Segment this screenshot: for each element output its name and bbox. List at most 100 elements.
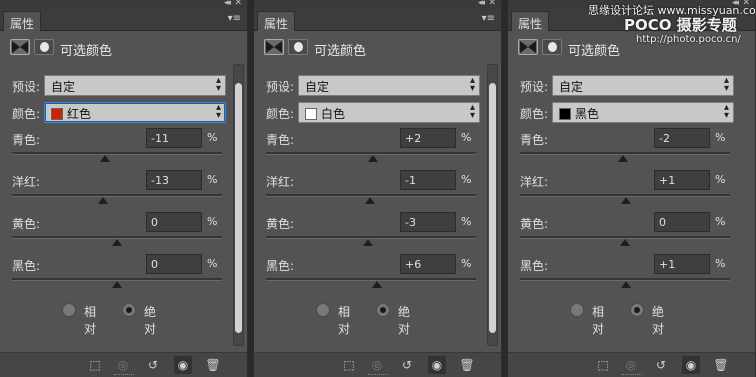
view-previous-icon[interactable]: ◎ xyxy=(368,356,386,374)
preset-value: 自定 xyxy=(305,80,330,94)
slider-value-input[interactable]: +1 xyxy=(654,170,710,190)
slider-knob[interactable] xyxy=(372,281,383,288)
clip-to-layer-icon[interactable]: ⬚ xyxy=(594,356,612,374)
collapse-icon[interactable]: ◂◂ xyxy=(478,0,485,8)
slider-track[interactable] xyxy=(12,194,222,197)
tab-properties[interactable]: 属性 xyxy=(257,11,296,31)
preset-value: 自定 xyxy=(559,80,584,94)
slider-label: 黑色: xyxy=(12,259,41,273)
radio-absolute[interactable] xyxy=(122,303,136,317)
slider-value-input[interactable]: 0 xyxy=(146,254,202,274)
slider-value-input[interactable]: -1 xyxy=(400,170,456,190)
delete-trash-icon[interactable]: 🗑 xyxy=(712,356,730,374)
reset-icon[interactable]: ↺ xyxy=(652,356,670,374)
preset-select[interactable]: 自定 ▴ ▾ xyxy=(298,75,480,96)
percent-unit: % xyxy=(461,257,472,270)
panel-menu-icon[interactable]: ▾≡ xyxy=(482,13,495,24)
scrollbar-thumb[interactable] xyxy=(235,83,242,333)
selective-color-icon[interactable] xyxy=(10,39,30,55)
panel-header: 可选颜色 xyxy=(0,31,247,63)
slider-label: 青色: xyxy=(266,133,295,147)
panel-header: 可选颜色 xyxy=(254,31,501,63)
view-previous-icon[interactable]: ◎ xyxy=(622,356,640,374)
color-select[interactable]: 红色 ▴ ▾ xyxy=(44,102,226,123)
slider-track[interactable] xyxy=(266,278,476,281)
slider-knob[interactable] xyxy=(112,239,122,246)
visibility-eye-icon[interactable]: ◉ xyxy=(428,356,446,374)
radio-relative-label: 相对 xyxy=(592,305,605,336)
layer-mask-icon[interactable] xyxy=(542,39,562,55)
layer-mask-icon[interactable] xyxy=(288,39,308,55)
tab-properties[interactable]: 属性 xyxy=(511,11,550,31)
watermark-url: http://photo.poco.cn/ xyxy=(636,34,741,45)
reset-icon[interactable]: ↺ xyxy=(144,356,162,374)
radio-absolute[interactable] xyxy=(630,303,644,317)
slider-value-input[interactable]: +2 xyxy=(400,128,456,148)
slider-label: 洋红: xyxy=(520,175,549,189)
slider-knob[interactable] xyxy=(100,155,111,162)
layer-mask-icon[interactable] xyxy=(34,39,54,55)
slider-value-input[interactable]: 0 xyxy=(654,212,710,232)
preset-select[interactable]: 自定 ▴ ▾ xyxy=(44,75,226,96)
color-swatch xyxy=(51,108,63,120)
preset-select[interactable]: 自定 ▴ ▾ xyxy=(552,75,734,96)
slider-label: 黄色: xyxy=(266,217,295,231)
tab-properties[interactable]: 属性 xyxy=(3,11,42,31)
slider-value-input[interactable]: -2 xyxy=(654,128,710,148)
close-icon[interactable]: ✕ xyxy=(234,0,242,8)
color-select[interactable]: 白色 ▴ ▾ xyxy=(298,102,480,123)
slider-knob[interactable] xyxy=(364,197,375,204)
color-value: 红色 xyxy=(67,107,92,121)
radio-absolute-label: 绝对 xyxy=(652,305,665,336)
visibility-eye-icon[interactable]: ◉ xyxy=(682,356,700,374)
selective-color-icon[interactable] xyxy=(518,39,538,55)
radio-relative-label: 相对 xyxy=(338,305,351,336)
properties-panel-black: ◂◂ ✕ 属性 可选颜色 预设: 自定 ▴ ▾ 颜色: 黑色 ▴ ▾ 青色: -2 % … xyxy=(508,0,756,377)
slider-knob[interactable] xyxy=(621,281,632,288)
slider-value-input[interactable]: -13 xyxy=(146,170,202,190)
color-value: 黑色 xyxy=(575,107,600,121)
clip-to-layer-icon[interactable]: ⬚ xyxy=(86,356,104,374)
slider-label: 黄色: xyxy=(520,217,549,231)
view-previous-icon[interactable]: ◎ xyxy=(114,356,132,374)
visibility-eye-icon[interactable]: ◉ xyxy=(174,356,192,374)
panel-menu-icon[interactable]: ▾≡ xyxy=(228,13,241,24)
slider-value-input[interactable]: -11 xyxy=(146,128,202,148)
slider-knob[interactable] xyxy=(617,155,628,162)
radio-relative[interactable] xyxy=(570,303,584,317)
slider-knob[interactable] xyxy=(621,197,632,204)
clip-to-layer-icon[interactable]: ⬚ xyxy=(340,356,358,374)
preset-label: 预设: xyxy=(266,80,295,94)
scrollbar[interactable] xyxy=(487,64,498,346)
slider-knob[interactable] xyxy=(112,281,122,288)
percent-unit: % xyxy=(461,173,472,186)
collapse-icon[interactable]: ◂◂ xyxy=(224,0,231,8)
slider-knob[interactable] xyxy=(620,239,630,246)
slider-knob[interactable] xyxy=(362,239,373,246)
color-label: 颜色: xyxy=(12,107,41,121)
color-select[interactable]: 黑色 ▴ ▾ xyxy=(552,102,734,123)
radio-absolute[interactable] xyxy=(376,303,390,317)
slider-knob[interactable] xyxy=(368,155,379,162)
close-icon[interactable]: ✕ xyxy=(488,0,496,8)
radio-relative[interactable] xyxy=(62,303,76,317)
radio-absolute-label: 绝对 xyxy=(398,305,411,336)
delete-trash-icon[interactable]: 🗑 xyxy=(204,356,222,374)
slider-value-input[interactable]: -3 xyxy=(400,212,456,232)
select-arrows-icon: ▴ ▾ xyxy=(723,102,729,121)
panel-footer: ⬚ ◎ ↺ ◉ 🗑 xyxy=(254,352,501,377)
scrollbar[interactable] xyxy=(233,64,244,346)
panel-tab-bar: 属性 ▾≡ xyxy=(0,9,247,31)
radio-relative[interactable] xyxy=(316,303,330,317)
slider-value-input[interactable]: +1 xyxy=(654,254,710,274)
slider-track[interactable] xyxy=(12,152,222,155)
reset-icon[interactable]: ↺ xyxy=(398,356,416,374)
selective-color-icon[interactable] xyxy=(264,39,284,55)
delete-trash-icon[interactable]: 🗑 xyxy=(458,356,476,374)
slider-label: 青色: xyxy=(520,133,549,147)
slider-knob[interactable] xyxy=(98,197,109,204)
panel-footer: ⬚ ◎ ↺ ◉ 🗑 xyxy=(508,352,755,377)
scrollbar-thumb[interactable] xyxy=(489,83,496,333)
slider-value-input[interactable]: 0 xyxy=(146,212,202,232)
slider-value-input[interactable]: +6 xyxy=(400,254,456,274)
